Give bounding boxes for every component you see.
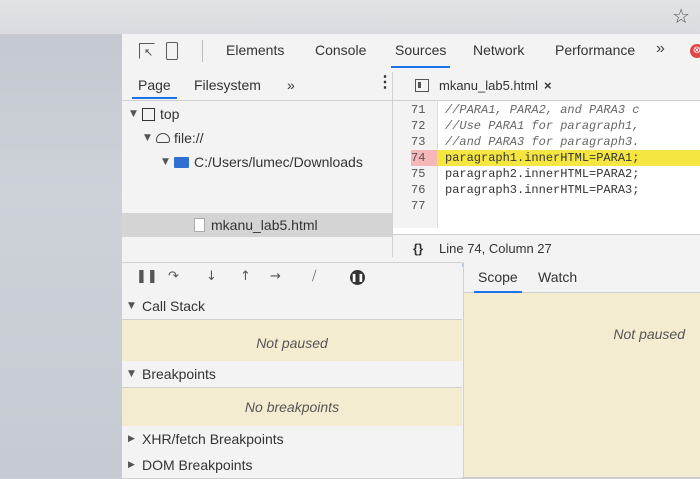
- browser-toolbar: ☆: [0, 0, 700, 35]
- scope-message: Not paused: [613, 326, 685, 342]
- line-number-highlighted[interactable]: 74: [411, 150, 437, 166]
- close-tab-icon[interactable]: ×: [544, 78, 552, 93]
- line-number[interactable]: 75: [411, 166, 437, 182]
- line-number[interactable]: 72: [411, 118, 437, 134]
- cloud-icon: [156, 133, 170, 143]
- inspect-element-icon[interactable]: ↖: [139, 43, 155, 59]
- pause-icon[interactable]: ❚❚: [136, 269, 158, 284]
- bookmark-star-icon[interactable]: ☆: [672, 4, 690, 28]
- tab-watch[interactable]: Watch: [538, 269, 577, 285]
- code-line[interactable]: //PARA1, PARA2, and PARA3 c: [445, 102, 639, 118]
- pause-on-exceptions-icon[interactable]: ❚❚: [350, 270, 365, 285]
- navigator-tab-page[interactable]: Page: [132, 77, 177, 99]
- line-number[interactable]: 71: [411, 102, 437, 118]
- tab-scope[interactable]: Scope: [474, 269, 522, 293]
- expand-triangle-icon[interactable]: ▼: [128, 369, 138, 379]
- tree-item-label: C:/Users/lumec/Downloads: [194, 154, 363, 170]
- devtools-panel: ↖ Elements Console Sources Network Perfo…: [122, 34, 700, 479]
- navigator-menu-icon[interactable]: ⋮: [377, 75, 393, 91]
- expand-triangle-icon[interactable]: ▼: [130, 109, 140, 119]
- collapse-triangle-icon[interactable]: ▶: [128, 460, 138, 470]
- scope-watch-tabs: Scope Watch: [464, 262, 700, 293]
- navigator-tab-filesystem[interactable]: Filesystem: [194, 77, 261, 93]
- tree-item-top[interactable]: ▼ top: [130, 106, 179, 122]
- step-out-icon[interactable]: ↑: [240, 269, 251, 284]
- editor-status-bar: {} Line 74, Column 27: [393, 234, 700, 263]
- step-over-icon[interactable]: ↷: [168, 269, 179, 284]
- expand-triangle-icon[interactable]: ▼: [162, 157, 172, 167]
- editor-file-tab[interactable]: mkanu_lab5.html ×: [439, 78, 552, 93]
- line-number[interactable]: 73: [411, 134, 437, 150]
- section-label: Call Stack: [142, 298, 206, 314]
- folder-icon: [174, 156, 189, 168]
- devtools-tabbar: ↖ Elements Console Sources Network Perfo…: [122, 34, 700, 73]
- tree-item-file-selected[interactable]: mkanu_lab5.html: [122, 213, 392, 237]
- step-into-icon[interactable]: ↓: [206, 269, 217, 284]
- code-line-highlighted[interactable]: paragraph1.innerHTML=PARA1;: [437, 150, 700, 166]
- call-stack-message: Not paused: [256, 335, 328, 351]
- line-number[interactable]: 77: [411, 198, 437, 214]
- step-icon[interactable]: →: [270, 269, 281, 284]
- tab-network[interactable]: Network: [473, 42, 524, 58]
- section-label: XHR/fetch Breakpoints: [142, 431, 284, 447]
- tree-item-label: mkanu_lab5.html: [211, 217, 318, 233]
- error-count-icon[interactable]: ⊗: [690, 44, 700, 58]
- tree-item-file-origin[interactable]: ▼ file://: [144, 130, 204, 146]
- navigator-tabs: Page Filesystem » ⋮: [122, 72, 393, 101]
- pretty-print-icon[interactable]: {}: [413, 241, 423, 256]
- cursor-position: Line 74, Column 27: [439, 241, 552, 256]
- tab-console[interactable]: Console: [315, 42, 366, 58]
- code-line[interactable]: paragraph3.innerHTML=PARA3;: [445, 182, 639, 198]
- call-stack-header[interactable]: ▼ Call Stack: [122, 293, 462, 320]
- toggle-navigator-icon[interactable]: [415, 79, 429, 92]
- scope-watch-panel: Scope Watch Not paused: [463, 262, 700, 477]
- tab-elements[interactable]: Elements: [226, 42, 284, 58]
- line-number[interactable]: 76: [411, 182, 437, 198]
- breakpoints-message: No breakpoints: [244, 399, 340, 415]
- line-gutter[interactable]: 71 72 73 74 75 76 77: [393, 101, 438, 228]
- expand-triangle-icon[interactable]: ▼: [144, 133, 154, 143]
- section-label: Breakpoints: [142, 366, 216, 382]
- editor-tabbar: mkanu_lab5.html ×: [393, 72, 700, 101]
- background-left: [0, 0, 122, 477]
- tree-item-label: top: [160, 106, 180, 122]
- breakpoints-body: No breakpoints: [122, 388, 462, 426]
- tree-item-label: file://: [174, 130, 204, 146]
- debugger-toolbar: ❚❚ ↷ ↓ ↑ → ⧸ ❚❚: [122, 262, 462, 294]
- file-tab-label: mkanu_lab5.html: [439, 78, 538, 93]
- tab-sources[interactable]: Sources: [390, 42, 451, 68]
- sources-navigator: Page Filesystem » ⋮ ▼ top ▼ file:// ▼ C:…: [122, 72, 393, 257]
- code-line[interactable]: //Use PARA1 for paragraph1,: [445, 118, 639, 134]
- xhr-breakpoints-header[interactable]: ▶ XHR/fetch Breakpoints: [122, 426, 462, 453]
- section-label: DOM Breakpoints: [142, 457, 253, 473]
- navigator-more-chevron-icon[interactable]: »: [287, 77, 295, 93]
- code-line[interactable]: paragraph2.innerHTML=PARA2;: [445, 166, 639, 182]
- dom-breakpoints-header[interactable]: ▶ DOM Breakpoints: [122, 452, 462, 479]
- more-tabs-chevron-icon[interactable]: »: [656, 40, 665, 58]
- collapse-triangle-icon[interactable]: ▶: [128, 434, 138, 444]
- code-editor[interactable]: mkanu_lab5.html × 71 72 73 74 75 76 77 //…: [393, 72, 700, 267]
- code-line[interactable]: //and PARA3 for paragraph3.: [445, 134, 639, 150]
- toolbar-divider: [202, 40, 203, 62]
- deactivate-breakpoints-icon[interactable]: ⧸: [312, 269, 316, 284]
- tree-item-folder[interactable]: ▼ C:/Users/lumec/Downloads: [162, 154, 363, 170]
- device-toolbar-icon[interactable]: [166, 42, 178, 60]
- file-icon: [194, 218, 205, 232]
- expand-triangle-icon[interactable]: ▼: [128, 301, 138, 311]
- tab-performance[interactable]: Performance: [555, 42, 635, 58]
- breakpoints-header[interactable]: ▼ Breakpoints: [122, 361, 462, 388]
- frame-icon: [142, 107, 155, 121]
